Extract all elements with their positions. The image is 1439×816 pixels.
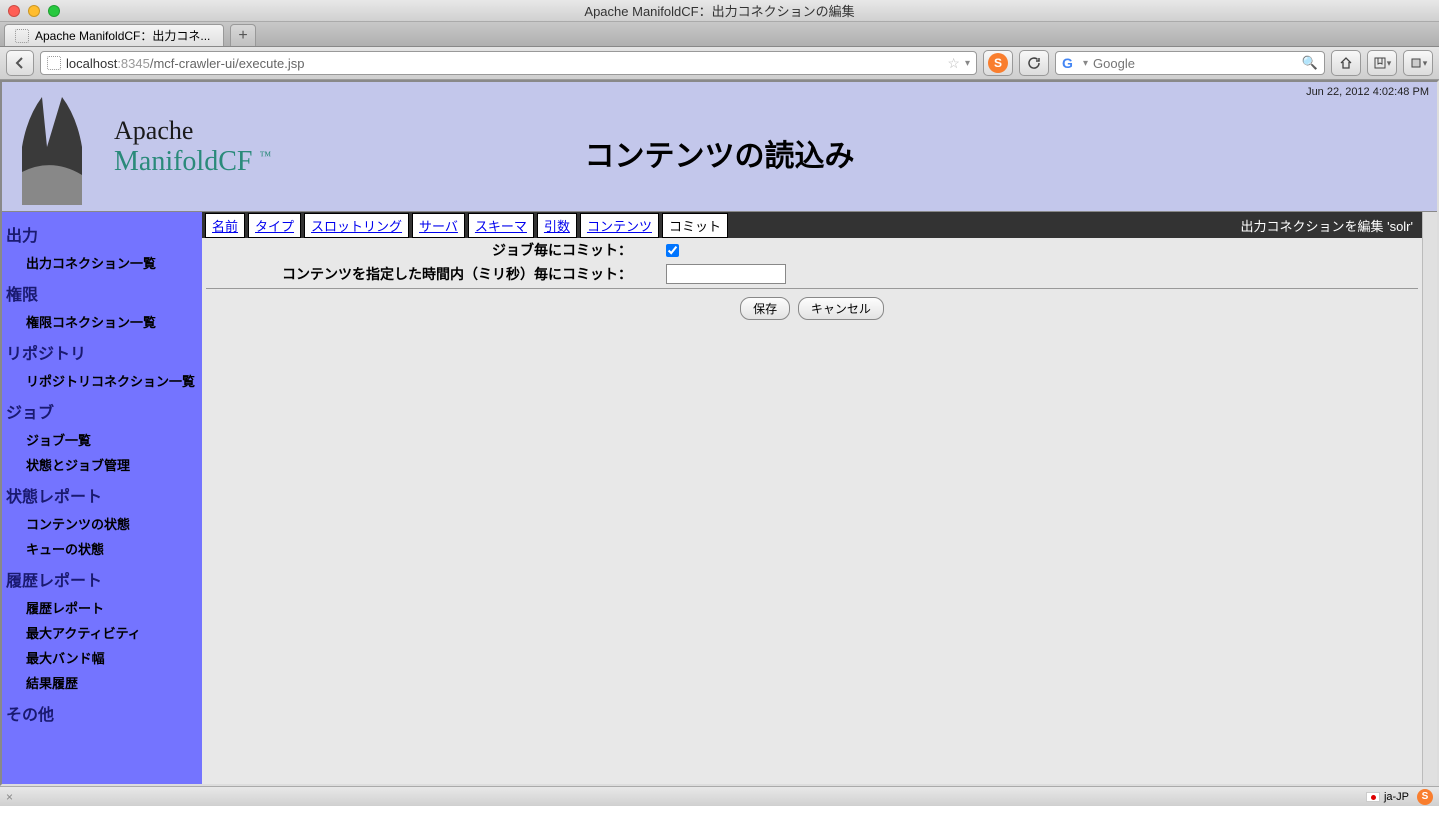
extension-icon (1409, 56, 1423, 70)
url-field[interactable]: localhost:8345/mcf-crawler-ui/execute.js… (40, 51, 977, 75)
nav-section-output: 出力 (2, 216, 202, 250)
logo-area: Apache ManifoldCF ™ (2, 82, 281, 211)
edit-connection-label: 出力コネクションを編集 'solr' (1240, 216, 1419, 235)
tab-favicon (15, 29, 29, 43)
search-engine-dropdown-icon[interactable]: ▾ (1083, 58, 1088, 69)
nav-item-result-histogram[interactable]: 結果履歴 (2, 670, 202, 695)
reload-button[interactable] (1019, 50, 1049, 76)
vertical-scrollbar[interactable] (1422, 212, 1437, 784)
timestamp: Jun 22, 2012 4:02:48 PM (1306, 86, 1429, 98)
google-icon: G (1062, 55, 1078, 71)
noscript-status-icon[interactable]: S (1417, 789, 1433, 805)
tab-server[interactable]: サーバ (412, 213, 465, 238)
search-input[interactable] (1093, 56, 1297, 71)
nav-item-authority-connections[interactable]: 権限コネクション一覧 (2, 309, 202, 334)
nav-section-jobs: ジョブ (2, 393, 202, 427)
window-close-button[interactable] (8, 5, 20, 17)
cancel-button[interactable]: キャンセル (798, 297, 884, 320)
input-commit-within[interactable] (666, 264, 786, 284)
tab-type[interactable]: タイプ (248, 213, 301, 238)
nav-item-job-status[interactable]: 状態とジョブ管理 (2, 452, 202, 477)
nav-item-job-list[interactable]: ジョブ一覧 (2, 427, 202, 452)
tab-name[interactable]: 名前 (205, 213, 245, 238)
nav-item-repository-connections[interactable]: リポジトリコネクション一覧 (2, 368, 202, 393)
search-magnifier-icon[interactable]: 🔍 (1302, 55, 1318, 71)
sidebar: 出力 出力コネクション一覧 権限 権限コネクション一覧 リポジトリ リポジトリコ… (2, 212, 202, 784)
save-button[interactable]: 保存 (740, 297, 790, 320)
home-icon (1339, 56, 1353, 70)
label-commit-per-job: ジョブ毎にコミット： (206, 240, 636, 260)
bookmarks-button[interactable]: ▾ (1367, 50, 1397, 76)
nav-section-history-reports: 履歴レポート (2, 561, 202, 595)
browser-tab[interactable]: Apache ManifoldCF：出力コネ... (4, 24, 224, 46)
page-favicon (47, 56, 61, 70)
nav-section-authorities: 権限 (2, 275, 202, 309)
nav-item-max-bandwidth[interactable]: 最大バンド幅 (2, 645, 202, 670)
home-button[interactable] (1331, 50, 1361, 76)
nav-section-status-reports: 状態レポート (2, 477, 202, 511)
logo-text-manifold: ManifoldCF ™ (114, 146, 271, 178)
locale-label: ja-JP (1384, 791, 1409, 803)
tab-schema[interactable]: スキーマ (468, 213, 534, 238)
tab-commits[interactable]: コミット (662, 213, 728, 238)
svg-text:G: G (1062, 55, 1073, 71)
url-dropdown-icon[interactable]: ▾ (965, 58, 970, 69)
nav-item-queue-status[interactable]: キューの状態 (2, 536, 202, 561)
back-button[interactable] (6, 50, 34, 76)
content-area: 名前 タイプ スロットリング サーバ スキーマ 引数 コンテンツ コミット 出力… (202, 212, 1422, 784)
mac-titlebar: Apache ManifoldCF：出力コネクションの編集 (0, 0, 1439, 22)
tab-arguments[interactable]: 引数 (537, 213, 577, 238)
nav-section-misc: その他 (2, 695, 202, 729)
window-zoom-button[interactable] (48, 5, 60, 17)
nav-item-simple-history[interactable]: 履歴レポート (2, 595, 202, 620)
form-divider (206, 288, 1418, 289)
search-field[interactable]: G ▾ 🔍 (1055, 51, 1325, 75)
form-area: ジョブ毎にコミット： コンテンツを指定した時間内（ミリ秒）毎にコミット： 保存 … (202, 238, 1422, 326)
tab-documents[interactable]: コンテンツ (580, 213, 659, 238)
content-tabs: 名前 タイプ スロットリング サーバ スキーマ 引数 コンテンツ コミット 出力… (202, 212, 1422, 238)
checkbox-commit-per-job[interactable] (666, 244, 679, 257)
browser-tabbar: Apache ManifoldCF：出力コネ... + (0, 22, 1439, 47)
manifoldcf-logo-icon (12, 87, 104, 207)
flag-jp-icon (1366, 792, 1380, 802)
label-commit-within: コンテンツを指定した時間内（ミリ秒）毎にコミット： (206, 264, 636, 284)
new-tab-button[interactable]: + (230, 24, 256, 46)
nav-item-max-activity[interactable]: 最大アクティビティ (2, 620, 202, 645)
back-arrow-icon (13, 56, 27, 70)
app-banner: Apache ManifoldCF ™ コンテンツの読込み Jun 22, 20… (2, 82, 1437, 212)
reload-icon (1027, 56, 1041, 70)
noscript-button[interactable]: S (983, 50, 1013, 76)
url-text: localhost:8345/mcf-crawler-ui/execute.js… (66, 56, 942, 71)
statusbar-close-icon[interactable]: × (6, 790, 13, 804)
extension-button[interactable]: ▾ (1403, 50, 1433, 76)
nav-item-document-status[interactable]: コンテンツの状態 (2, 511, 202, 536)
noscript-icon: S (988, 53, 1008, 73)
browser-toolbar: localhost:8345/mcf-crawler-ui/execute.js… (0, 47, 1439, 80)
tab-title: Apache ManifoldCF：出力コネ... (35, 27, 210, 44)
logo-text-apache: Apache (114, 116, 271, 146)
tab-throttling[interactable]: スロットリング (304, 213, 409, 238)
status-bar: × ja-JP S (0, 786, 1439, 806)
nav-item-output-connections[interactable]: 出力コネクション一覧 (2, 250, 202, 275)
bookmarks-icon (1373, 56, 1387, 70)
bookmark-star-icon[interactable]: ☆ (947, 55, 960, 72)
window-minimize-button[interactable] (28, 5, 40, 17)
window-title: Apache ManifoldCF：出力コネクションの編集 (0, 1, 1439, 20)
nav-section-repositories: リポジトリ (2, 334, 202, 368)
